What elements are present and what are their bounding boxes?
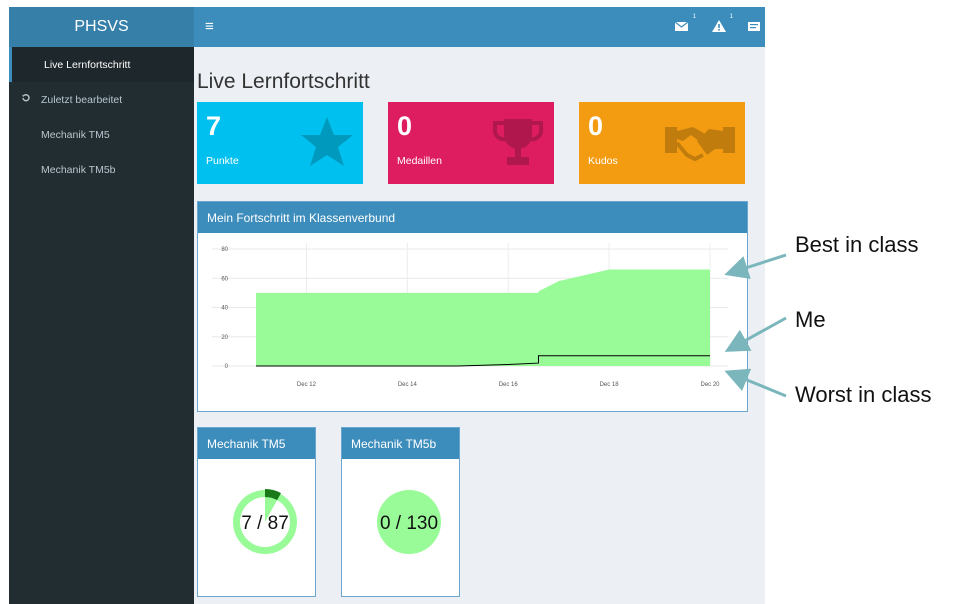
sidebar-item-label: Live Lernfortschritt [44, 58, 131, 71]
medals-value: 0 [397, 111, 413, 141]
points-label: Punkte [206, 155, 239, 167]
sidebar-item-label: Mechanik TM5b [41, 163, 116, 176]
hamburger-menu-icon[interactable]: ≡ [205, 18, 214, 36]
x-tick-label: Dec 14 [398, 382, 418, 388]
y-tick-label: 20 [221, 335, 228, 341]
best-worst-range-area [256, 269, 710, 366]
notification-badge: 1 [692, 14, 696, 20]
notification-badge: 1 [729, 14, 733, 20]
sidebar-item-live-lernfortschritt[interactable]: Live Lernfortschritt [9, 47, 194, 82]
donut-value-text: 7 / 87 [241, 513, 289, 534]
kudos-info-box: 0 Kudos [579, 102, 745, 184]
chart-panel-header: Mein Fortschritt im Klassenverbund [198, 202, 747, 233]
handshake-icon [663, 115, 737, 172]
kudos-value: 0 [588, 111, 604, 141]
annotation-worst: Worst in class [795, 382, 932, 407]
sidebar-item-label: Zuletzt bearbeitet [41, 93, 123, 106]
history-icon [21, 93, 31, 106]
course-card-tm5[interactable]: Mechanik TM5 7 / 87 [197, 427, 316, 597]
trophy-icon [490, 115, 546, 174]
x-tick-label: Dec 12 [297, 382, 317, 388]
tasks-icon[interactable]: 1 [748, 19, 764, 33]
sidebar: PHSVS Live Lernfortschritt Zuletzt bearb… [9, 7, 194, 604]
annotation-me: Me [795, 307, 826, 332]
warning-icon[interactable]: 1 [712, 14, 733, 33]
y-tick-label: 60 [221, 276, 228, 282]
donut-value-text: 0 / 130 [380, 513, 438, 534]
points-value: 7 [206, 111, 222, 141]
progress-chart-panel: Mein Fortschritt im Klassenverbund 0 20 40… [197, 201, 748, 412]
y-tick-label: 0 [225, 364, 229, 370]
x-tick-label: Dec 16 [499, 382, 519, 388]
y-tick-label: 40 [221, 306, 228, 312]
sidebar-item-mechanik-tm5b[interactable]: Mechanik TM5b [9, 152, 194, 187]
top-navbar: ≡ 1 1 1 [194, 7, 765, 47]
sidebar-item-mechanik-tm5[interactable]: Mechanik TM5 [9, 117, 194, 152]
page-title: Live Lernfortschritt [197, 70, 370, 93]
envelope-icon[interactable]: 1 [674, 14, 696, 33]
medals-label: Medaillen [397, 155, 442, 167]
course-card-title: Mechanik TM5b [342, 428, 459, 459]
x-tick-label: Dec 18 [600, 382, 620, 388]
x-tick-label: Dec 20 [700, 382, 720, 388]
sidebar-item-zuletzt-bearbeitet[interactable]: Zuletzt bearbeitet [9, 82, 194, 117]
brand-logo[interactable]: PHSVS [9, 7, 194, 47]
points-info-box: 7 Punkte [197, 102, 363, 184]
y-tick-label: 80 [221, 247, 228, 253]
sidebar-item-label: Mechanik TM5 [41, 128, 110, 141]
course-card-tm5b[interactable]: Mechanik TM5b 0 / 130 [341, 427, 460, 597]
course-card-title: Mechanik TM5 [198, 428, 315, 459]
annotation-best: Best in class [795, 232, 919, 257]
star-icon [299, 115, 355, 174]
progress-donut: 0 / 130 [377, 490, 441, 554]
medals-info-box: 0 Medaillen [388, 102, 554, 184]
kudos-label: Kudos [588, 155, 618, 167]
progress-donut: 7 / 87 [233, 489, 297, 554]
progress-chart: 0 20 40 60 80 Dec 12 Dec 14 Dec 16 Dec 18 Dec 20 [212, 243, 728, 388]
